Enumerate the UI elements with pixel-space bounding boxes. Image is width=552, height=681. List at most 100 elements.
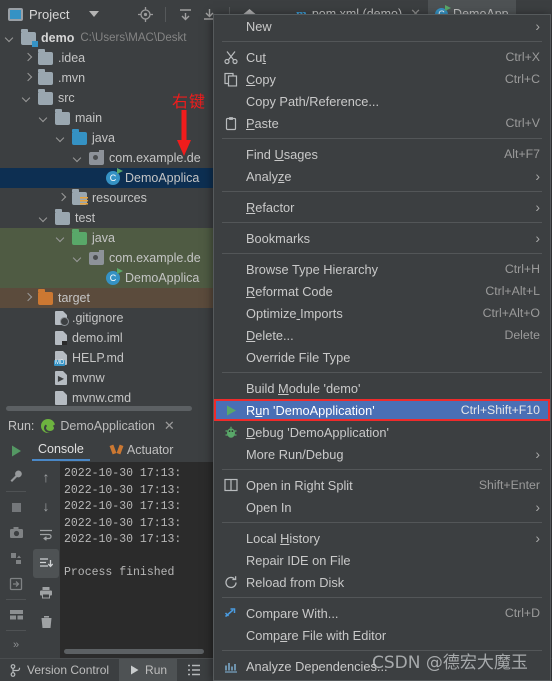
chevron-down-icon[interactable] (57, 234, 66, 243)
tree-row-demoapplica[interactable]: DemoApplica (0, 168, 215, 188)
chevron-right-icon: › (535, 446, 540, 462)
rerun-icon[interactable] (1, 438, 31, 464)
chevron-down-icon[interactable] (6, 34, 15, 43)
project-tree[interactable]: demo C:\Users\MAC\Deskt .idea .mvn src main ja… (0, 28, 215, 413)
tree-row-target[interactable]: target (0, 288, 215, 308)
tree-row--mvn[interactable]: .mvn (0, 68, 215, 88)
more-icon[interactable]: » (1, 632, 31, 658)
menu-item-optimize-imports[interactable]: Optimize Imports Ctrl+Alt+O (214, 302, 550, 324)
gutter-separator-3 (6, 629, 26, 631)
menu-item-compare-with[interactable]: Compare With... Ctrl+D (214, 602, 550, 624)
console-horizontal-scrollbar[interactable] (64, 649, 204, 654)
menu-item-bookmarks[interactable]: Bookmarks › (214, 227, 550, 249)
menu-item-copy-path-reference[interactable]: Copy Path/Reference... (214, 90, 550, 112)
tree-row-java[interactable]: java (0, 228, 215, 248)
chevron-down-icon[interactable] (23, 94, 32, 103)
screenshot-icon[interactable] (1, 520, 31, 546)
reload-icon (223, 575, 238, 590)
console-toolbar: ↑ ↓ (32, 462, 60, 658)
down-icon[interactable]: ↓ (33, 491, 59, 520)
tree-row-help-md[interactable]: HELP.md (0, 348, 215, 368)
run-configuration-name: DemoApplication (60, 418, 155, 433)
menu-item-label: Debug 'DemoApplication' (246, 424, 389, 440)
menu-item-shortcut: Ctrl+C (504, 72, 540, 86)
menu-item-analyze[interactable]: Analyze › (214, 165, 550, 187)
menu-item-copy[interactable]: Copy Ctrl+C (214, 68, 550, 90)
clear-all-icon[interactable] (33, 607, 59, 636)
close-icon[interactable]: ✕ (164, 418, 175, 434)
menu-item-open-in-right-split[interactable]: Open in Right Split Shift+Enter (214, 474, 550, 496)
context-menu[interactable]: New › Cut Ctrl+X Copy Ctrl+C Copy Path/Referen… (213, 14, 551, 681)
scroll-to-end-icon[interactable] (33, 549, 59, 578)
chevron-right-icon: › (535, 499, 540, 515)
up-icon[interactable]: ↑ (33, 462, 59, 491)
status-todo[interactable] (177, 659, 211, 681)
menu-item-diagrams[interactable]: Diagrams› (214, 677, 550, 680)
chevron-down-icon[interactable] (40, 214, 49, 223)
print-icon[interactable] (33, 578, 59, 607)
dump-threads-icon[interactable] (1, 546, 31, 572)
tree-row--gitignore[interactable]: .gitignore (0, 308, 215, 328)
menu-item-debug-demoapplication[interactable]: Debug 'DemoApplication' (214, 421, 550, 443)
tree-row-com-example-de[interactable]: com.example.de (0, 248, 215, 268)
menu-item-override-file-type[interactable]: Override File Type (214, 346, 550, 368)
menu-item-repair-ide-on-file[interactable]: Repair IDE on File (214, 549, 550, 571)
menu-item-delete[interactable]: Delete... Delete (214, 324, 550, 346)
menu-item-open-in[interactable]: Open In › (214, 496, 550, 518)
menu-item-run-demoapplication[interactable]: Run 'DemoApplication' Ctrl+Shift+F10 (214, 399, 550, 421)
menu-item-new[interactable]: New › (214, 15, 550, 37)
tab-actuator[interactable]: Actuator (104, 440, 180, 460)
tree-horizontal-scrollbar[interactable] (6, 406, 192, 411)
chevron-right-icon[interactable] (23, 54, 32, 63)
status-run[interactable]: Run (119, 658, 178, 681)
chevron-right-icon[interactable] (23, 294, 32, 303)
menu-item-refactor[interactable]: Refactor › (214, 196, 550, 218)
layout-icon[interactable] (1, 602, 31, 628)
soft-wrap-icon[interactable] (33, 520, 59, 549)
tree-row--idea[interactable]: .idea (0, 48, 215, 68)
run-configuration-tab[interactable]: DemoApplication ✕ (41, 418, 175, 434)
tree-row-label: .idea (58, 51, 86, 65)
tree-row-demo[interactable]: demo C:\Users\MAC\Deskt (0, 28, 215, 48)
tree-row-resources[interactable]: resources (0, 188, 215, 208)
locate-icon[interactable] (137, 6, 154, 23)
menu-item-build-module-demo[interactable]: Build Module 'demo' (214, 377, 550, 399)
tree-row-mvnw[interactable]: mvnw (0, 368, 215, 388)
tree-row-label: .gitignore (72, 311, 124, 325)
menu-item-local-history[interactable]: Local History › (214, 527, 550, 549)
gutter-separator (6, 491, 26, 493)
stop-icon[interactable] (1, 494, 31, 520)
project-tool-window-button[interactable]: Project (0, 7, 100, 22)
tree-row-mvnw-cmd[interactable]: mvnw.cmd (0, 388, 215, 408)
tree-row-label: DemoApplica (125, 271, 200, 285)
menu-item-more-run-debug[interactable]: More Run/Debug › (214, 443, 550, 465)
menu-item-reformat-code[interactable]: Reformat Code Ctrl+Alt+L (214, 280, 550, 302)
tree-row-demo-iml[interactable]: demo.iml (0, 328, 215, 348)
chevron-right-icon[interactable] (57, 194, 66, 203)
tree-row-test[interactable]: test (0, 208, 215, 228)
tree-row-demoapplica[interactable]: DemoApplica (0, 268, 215, 288)
menu-item-find-usages[interactable]: Find Usages Alt+F7 (214, 143, 550, 165)
menu-item-compare-file-with-editor[interactable]: Compare File with Editor (214, 624, 550, 646)
menu-item-browse-type-hierarchy[interactable]: Browse Type Hierarchy Ctrl+H (214, 258, 550, 280)
menu-item-label: Repair IDE on File (246, 552, 351, 568)
menu-item-label: Bookmarks (246, 230, 311, 246)
menu-item-label: Browse Type Hierarchy (246, 261, 379, 277)
chevron-down-icon[interactable] (89, 11, 100, 17)
chevron-down-icon[interactable] (74, 254, 83, 263)
collapse-all-icon[interactable] (177, 6, 194, 23)
menu-item-paste[interactable]: Paste Ctrl+V (214, 112, 550, 134)
tab-console[interactable]: Console (32, 439, 90, 461)
run-icon (223, 403, 238, 418)
exit-icon[interactable] (1, 571, 31, 597)
status-version-control[interactable]: Version Control (0, 659, 119, 681)
chevron-down-icon[interactable] (74, 154, 83, 163)
chevron-down-icon[interactable] (57, 134, 66, 143)
settings-icon[interactable] (1, 464, 31, 490)
menu-separator (222, 522, 542, 523)
console-output[interactable]: 2022-10-30 17:13: 2022-10-30 17:13: 2022-1… (60, 462, 215, 658)
chevron-down-icon[interactable] (40, 114, 49, 123)
menu-item-cut[interactable]: Cut Ctrl+X (214, 46, 550, 68)
menu-item-reload-from-disk[interactable]: Reload from Disk (214, 571, 550, 593)
chevron-right-icon[interactable] (23, 74, 32, 83)
